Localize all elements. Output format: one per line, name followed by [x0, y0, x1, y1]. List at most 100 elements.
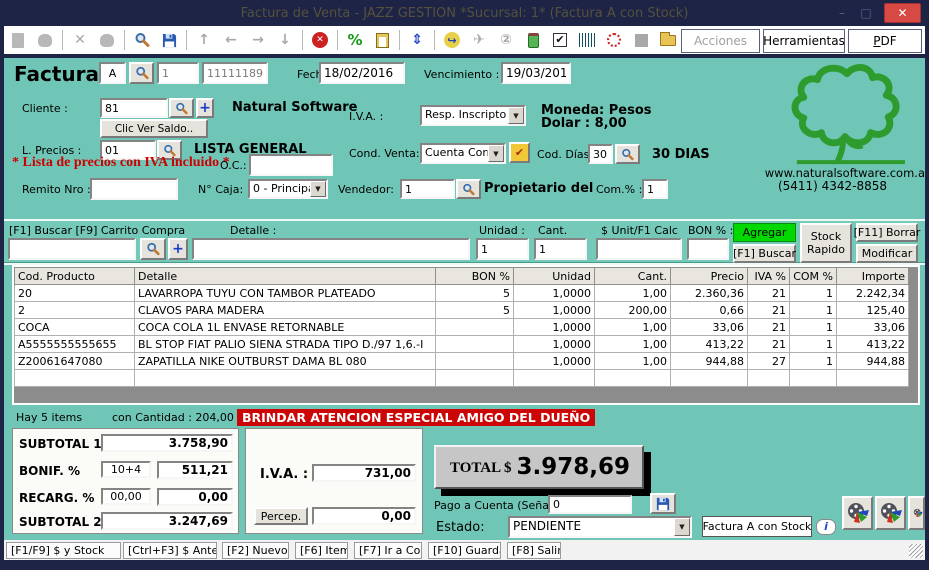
arrow-up-icon[interactable]: ↑ [194, 30, 214, 50]
table-row[interactable]: Z20061647080ZAPATILLA NIKE OUTBURST DAMA… [15, 353, 909, 370]
letra-input[interactable] [99, 62, 126, 84]
stock-rapido-button[interactable]: Stock Rapido [800, 223, 852, 263]
undo-icon[interactable]: ↪ [442, 30, 462, 50]
vendedor-search-icon[interactable] [456, 179, 481, 199]
media-reel-icon[interactable] [875, 496, 906, 530]
close-icon[interactable]: ✕ [884, 3, 921, 23]
arrow-down-icon[interactable]: ↓ [275, 30, 295, 50]
paste-icon[interactable] [372, 30, 392, 50]
cod-dias-input[interactable] [588, 144, 613, 164]
arrow-left-icon[interactable]: ← [221, 30, 241, 50]
item-code-input[interactable] [8, 238, 136, 260]
vencimiento-input[interactable] [501, 62, 571, 84]
cond-check-icon[interactable]: ✔ [509, 142, 530, 163]
media-reel-icon[interactable] [908, 496, 925, 530]
estado-select[interactable]: PENDIENTE ▼ [508, 516, 692, 538]
remito-input[interactable] [90, 178, 178, 200]
info-icon[interactable]: i [816, 519, 836, 535]
bonif-pct-input[interactable]: 10+4 [101, 461, 151, 478]
status-f8[interactable]: [F8] Salir [507, 542, 561, 559]
table-row-empty[interactable] [15, 370, 909, 387]
cancel-icon[interactable]: ✕ [310, 30, 330, 50]
resize-grip[interactable] [909, 544, 923, 558]
col-importe[interactable]: Importe [837, 268, 909, 285]
send-icon[interactable]: ✈ [469, 30, 489, 50]
search-icon[interactable] [132, 30, 152, 50]
pdf-button[interactable]: PDF [848, 29, 922, 53]
col-unidad[interactable]: Unidad [514, 268, 595, 285]
acciones-button[interactable]: Acciones [681, 29, 760, 53]
herramientas-button[interactable]: Herramientas [763, 29, 845, 53]
col-iva[interactable]: IVA % [748, 268, 790, 285]
hand2-icon[interactable] [97, 30, 117, 50]
cliente-add-icon[interactable]: + [196, 98, 214, 118]
media-reel-icon[interactable] [842, 496, 873, 530]
cliente-search-icon[interactable] [169, 98, 194, 118]
minimize-icon[interactable]: – [833, 4, 851, 22]
col-cant[interactable]: Cant. [595, 268, 671, 285]
vendedor-input[interactable] [400, 179, 455, 199]
col-bon[interactable]: BON % [436, 268, 514, 285]
cond-venta-select[interactable]: Cuenta Corri ▼ [420, 143, 506, 164]
col-cod-producto[interactable]: Cod. Producto [15, 268, 135, 285]
status-f1f9[interactable]: [F1/F9] $ y Stock [6, 542, 121, 559]
f11-borrar-button[interactable]: [F11] Borrar [856, 223, 918, 242]
new-doc-icon[interactable] [8, 30, 28, 50]
status-f6[interactable]: [F6] Items [295, 542, 348, 559]
agregar-button[interactable]: Agregar [733, 223, 796, 242]
table-row[interactable]: 20LAVARROPA TUYU CON TAMBOR PLATEADO51,0… [15, 285, 909, 302]
status-f10[interactable]: [F10] Guardar [428, 542, 501, 559]
iva-select[interactable]: Resp. Inscripto ▼ [420, 105, 526, 126]
maximize-icon[interactable]: □ [857, 4, 875, 22]
barcode-icon[interactable] [577, 30, 597, 50]
table-row[interactable]: 2CLAVOS PARA MADERA51,0000200,000,662111… [15, 302, 909, 319]
recarg-pct-input[interactable]: 00,00 [101, 488, 151, 505]
modificar-button[interactable]: Modificar [856, 244, 918, 263]
ver-saldo-button[interactable]: Clic Ver Saldo.. [100, 119, 208, 138]
pago-input[interactable] [548, 495, 632, 514]
folder-icon[interactable] [658, 30, 678, 50]
f1-buscar-button[interactable]: [F1] Buscar [733, 244, 796, 263]
aviso-banner: BRINDAR ATENCION ESPECIAL AMIGO DEL DUEÑ… [237, 409, 595, 426]
iva-incluido-note: * Lista de precios con IVA incluido * [12, 155, 230, 171]
discount-icon[interactable]: % [345, 30, 365, 50]
letra-search-icon[interactable] [129, 62, 154, 84]
pago-save-icon[interactable] [650, 493, 676, 514]
fecha-input[interactable] [319, 62, 405, 84]
cant-input[interactable] [534, 238, 587, 260]
percep-button[interactable]: Percep. [254, 507, 308, 525]
arrow-right-icon[interactable]: → [248, 30, 268, 50]
status-f7[interactable]: [F7] Ir a Cod. [354, 542, 422, 559]
hand-icon[interactable] [35, 30, 55, 50]
oc-input[interactable] [249, 154, 333, 176]
bon-input[interactable] [687, 238, 729, 260]
unit-price-input[interactable] [596, 238, 682, 260]
col-precio[interactable]: Precio [671, 268, 748, 285]
cliente-code-input[interactable] [100, 98, 168, 118]
table-row[interactable]: A5555555555655BL STOP FIAT PALIO SIENA S… [15, 336, 909, 353]
punto-venta-input[interactable] [157, 62, 199, 84]
cash-icon[interactable] [523, 30, 543, 50]
com-input[interactable] [642, 179, 668, 199]
item-search-icon[interactable] [140, 238, 166, 260]
status-f2[interactable]: [F2] Nuevo [222, 542, 289, 559]
item-detalle-input[interactable] [192, 238, 470, 260]
table-row[interactable]: COCACOCA COLA 1L ENVASE RETORNABLE1,0000… [15, 319, 909, 336]
numero-input[interactable] [202, 62, 268, 84]
checkbox-icon[interactable]: ✔ [550, 30, 570, 50]
updown-icon[interactable]: ⇕ [407, 30, 427, 50]
delete-icon[interactable]: ✕ [70, 30, 90, 50]
save-icon[interactable] [159, 30, 179, 50]
item-add-icon[interactable]: + [168, 238, 188, 260]
tipo-factura-button[interactable]: Factura A con Stock [702, 516, 812, 537]
caja-select[interactable]: 0 - Principal ▼ [248, 179, 328, 199]
factura-title: Factura [14, 62, 99, 86]
duplicate-icon[interactable]: ② [496, 30, 516, 50]
refresh-icon[interactable] [604, 30, 624, 50]
col-detalle[interactable]: Detalle [135, 268, 436, 285]
dias-search-icon[interactable] [615, 144, 640, 164]
col-com[interactable]: COM % [790, 268, 837, 285]
unidad-input[interactable] [476, 238, 529, 260]
chevron-down-icon: ▼ [488, 145, 504, 162]
status-ctrlf3[interactable]: [Ctrl+F3] $ Anterior [123, 542, 217, 559]
